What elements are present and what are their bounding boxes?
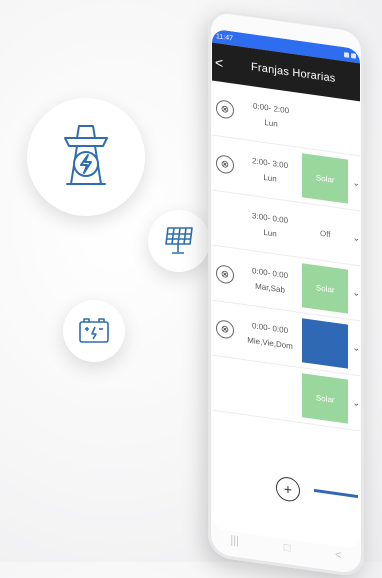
slot-mode[interactable]: Solar <box>302 263 349 314</box>
slot-days: Mie,Vie,Dom <box>247 335 293 351</box>
phone-screen: 11:47 < Franjas Horarias ⊗ 0:00- 2:00 Lu… <box>212 28 360 550</box>
signal-icon <box>344 51 349 58</box>
selection-indicator <box>314 488 358 499</box>
slot-mode[interactable]: Off <box>302 208 348 259</box>
battery-status-icon <box>351 52 356 59</box>
slot-mode[interactable] <box>304 98 352 149</box>
chevron-down-icon[interactable]: ⌄ <box>352 397 360 409</box>
chevron-down-icon[interactable]: ⌄ <box>352 342 360 354</box>
chevron-down-icon[interactable]: ⌄ <box>352 232 360 244</box>
remove-slot-icon[interactable]: ⊗ <box>216 319 234 340</box>
slot-time: 0:00- 0:00 <box>252 266 289 281</box>
remove-slot-icon[interactable] <box>216 209 234 230</box>
slot-days <box>242 390 298 398</box>
slot-time: 0:00- 2:00 <box>252 101 290 116</box>
slot-time: 3:00- 0:00 <box>252 211 289 226</box>
remove-slot-icon[interactable]: ⊗ <box>216 154 234 175</box>
recent-apps-icon[interactable]: ||| <box>230 534 239 547</box>
add-slot-button[interactable]: + <box>276 475 300 503</box>
back-nav-icon[interactable]: < <box>335 549 341 562</box>
remove-slot-icon[interactable]: ⊗ <box>216 264 234 285</box>
slot-info: 2:00- 3:00 Lun <box>242 155 298 187</box>
home-icon[interactable]: □ <box>284 542 291 555</box>
slot-info: 0:00- 2:00 Lun <box>242 100 300 132</box>
remove-slot-icon[interactable] <box>216 374 234 395</box>
slot-info: 0:00- 0:00 Mar,Sab <box>242 265 298 297</box>
slot-mode[interactable]: Red <box>302 318 349 369</box>
slot-days: Mar,Sab <box>255 281 285 295</box>
phone-mockup: 11:47 < Franjas Horarias ⊗ 0:00- 2:00 Lu… <box>0 0 382 578</box>
status-indicators <box>344 51 356 59</box>
slot-days: Lun <box>263 172 277 184</box>
chevron-down-icon[interactable]: ⌄ <box>352 287 360 299</box>
slot-mode[interactable]: Solar <box>302 153 349 204</box>
slot-time <box>242 384 298 392</box>
remove-slot-icon[interactable]: ⊗ <box>216 99 234 120</box>
slot-info: 3:00- 0:00 Lun <box>242 210 298 242</box>
status-time: 11:47 <box>216 32 233 43</box>
slot-mode[interactable]: Solar <box>302 373 349 424</box>
phone-body: 11:47 < Franjas Horarias ⊗ 0:00- 2:00 Lu… <box>208 8 364 578</box>
back-button[interactable]: < <box>215 54 229 72</box>
page-title: Franjas Horarias <box>251 61 336 85</box>
chevron-down-icon[interactable]: ⌄ <box>352 177 360 189</box>
slot-info: 0:00- 0:00 Mie,Vie,Dom <box>242 320 298 352</box>
slot-time: 2:00- 3:00 <box>252 156 289 171</box>
slot-days: Lun <box>263 227 277 239</box>
slot-info <box>242 384 298 398</box>
slot-time: 0:00- 0:00 <box>252 321 289 336</box>
slot-days: Lun <box>264 117 278 129</box>
time-slot-list: ⊗ 0:00- 2:00 Lun ⊗ 2:00- 3:00 Lun Solar … <box>212 80 360 432</box>
